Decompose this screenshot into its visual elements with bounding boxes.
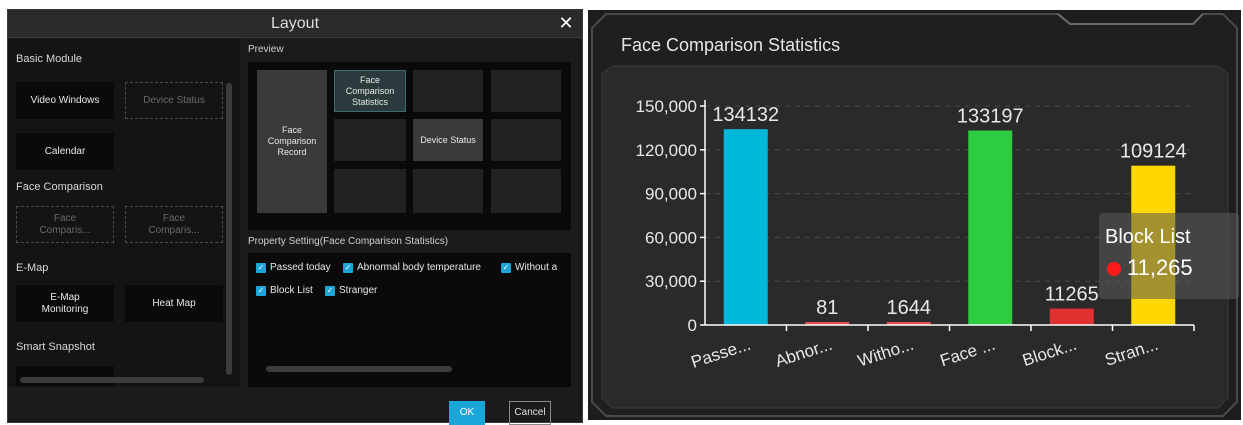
module-face-comparison-2[interactable]: Face Comparis... — [125, 206, 223, 243]
checkbox-label: Block List — [270, 285, 313, 296]
section-smart-snapshot: Smart Snapshot — [16, 341, 95, 353]
dialog-titlebar: Layout ✕ — [8, 10, 582, 38]
bar-1 — [723, 129, 768, 325]
module-calendar[interactable]: Calendar — [16, 133, 114, 170]
x-category-label: Block... — [1020, 335, 1079, 370]
preview-face-comparison-record[interactable]: Face Comparison Record — [257, 70, 327, 213]
module-emap-monitoring[interactable]: E-Map Monitoring — [16, 285, 114, 322]
bar-value-label: 133197 — [957, 106, 1024, 128]
bar-value-label: 11265 — [1045, 284, 1099, 306]
preview-cell[interactable] — [491, 119, 561, 161]
horizontal-scrollbar[interactable] — [20, 377, 204, 383]
bar-value-label: 81 — [816, 297, 838, 319]
face-comparison-statistics-panel: Face Comparison Statistics 0 30,000 60,000… — [588, 10, 1241, 420]
preview-cell[interactable] — [334, 119, 406, 161]
close-icon[interactable]: ✕ — [556, 12, 576, 34]
preview-face-comparison-statistics[interactable]: Face Comparison Statistics — [334, 70, 406, 112]
checkbox-checked-icon: ✓ — [501, 262, 511, 273]
checkbox-label: Abnormal body temperature — [357, 262, 481, 273]
y-tick-label: 30,000 — [645, 272, 697, 291]
preview-cell[interactable] — [491, 169, 561, 213]
preview-device-status[interactable]: Device Status — [413, 119, 483, 161]
section-face-comparison: Face Comparison — [16, 181, 103, 193]
preview-cell[interactable] — [413, 169, 483, 213]
vertical-scrollbar[interactable] — [226, 83, 232, 375]
layout-dialog: Layout ✕ Basic Module Video Windows Devi… — [7, 9, 583, 425]
property-setting-label: Property Setting(Face Comparison Statist… — [248, 236, 449, 247]
y-tick-label: 90,000 — [645, 185, 697, 204]
ok-button[interactable]: OK — [449, 401, 485, 425]
bar-value-label: 109124 — [1120, 141, 1187, 163]
section-emap: E-Map — [16, 262, 49, 274]
tooltip-value: 11,265 — [1127, 255, 1193, 280]
y-tick-label: 0 — [688, 316, 697, 335]
dialog-footer: OK Cancel — [8, 387, 582, 425]
tooltip-title: Block List — [1105, 226, 1191, 248]
checkbox-checked-icon: ✓ — [256, 262, 266, 273]
module-device-status[interactable]: Device Status — [125, 82, 223, 119]
bar-5 — [1049, 308, 1094, 325]
preview-cell[interactable] — [334, 169, 406, 213]
preview-grid: Face Comparison Record Face Comparison S… — [248, 62, 571, 230]
x-category-label: Face ... — [938, 335, 998, 371]
bar-value-label: 1644 — [887, 297, 932, 319]
checkbox-stranger[interactable]: ✓ Stranger — [325, 285, 377, 296]
chart-tooltip: Block List 11,265 — [1099, 213, 1239, 299]
bar-4 — [968, 130, 1013, 325]
preview-cell[interactable] — [491, 70, 561, 112]
checkbox-label: Stranger — [339, 285, 378, 296]
checkbox-label: Without a — [515, 262, 558, 273]
x-category-label: Witho... — [855, 335, 916, 371]
checkbox-checked-icon: ✓ — [325, 285, 335, 296]
x-category-label: Stran... — [1102, 335, 1160, 370]
module-heat-map[interactable]: Heat Map — [125, 285, 223, 322]
property-setting-panel: ✓ Passed today ✓ Abnormal body temperatu… — [248, 253, 571, 387]
module-face-comparison-1[interactable]: Face Comparis... — [16, 206, 114, 243]
checkbox-checked-icon: ✓ — [343, 262, 353, 273]
checkbox-passed-today[interactable]: ✓ Passed today — [256, 262, 331, 273]
y-tick-label: 60,000 — [645, 228, 697, 247]
preview-cell[interactable] — [413, 70, 483, 112]
dialog-title: Layout — [270, 15, 320, 32]
y-tick-label: 120,000 — [636, 141, 697, 160]
module-list: Basic Module Video Windows Device Status… — [8, 39, 240, 387]
section-basic-module: Basic Module — [16, 53, 83, 65]
bar-value-label: 134132 — [712, 104, 779, 126]
x-category-label: Abnor... — [773, 335, 835, 371]
module-smart-snapshot[interactable] — [16, 366, 114, 386]
module-video-windows[interactable]: Video Windows — [16, 82, 114, 119]
cancel-button[interactable]: Cancel — [509, 401, 551, 425]
tooltip-series-dot — [1107, 262, 1121, 276]
preview-label: Preview — [248, 44, 284, 55]
checkbox-label: Passed today — [270, 262, 331, 273]
x-category-label: Passe... — [689, 335, 753, 372]
checkbox-checked-icon: ✓ — [256, 285, 266, 296]
horizontal-scrollbar[interactable] — [266, 366, 452, 372]
checkbox-without-a[interactable]: ✓ Without a — [501, 262, 557, 273]
checkbox-block-list[interactable]: ✓ Block List — [256, 285, 313, 296]
checkbox-abnormal-temperature[interactable]: ✓ Abnormal body temperature — [343, 262, 481, 273]
y-tick-label: 150,000 — [636, 97, 697, 116]
